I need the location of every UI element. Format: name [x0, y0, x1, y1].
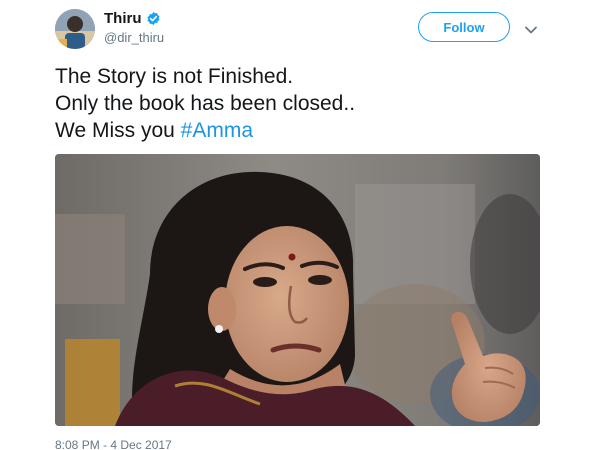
tweet-text: The Story is not Finished. Only the book…	[55, 63, 355, 144]
display-name[interactable]: Thiru	[104, 10, 142, 27]
hashtag-link[interactable]: #Amma	[181, 119, 253, 142]
avatar[interactable]	[55, 9, 95, 49]
chevron-down-icon[interactable]	[524, 22, 538, 34]
tweet-text-line-3-prefix: We Miss you	[55, 119, 181, 142]
tweet-text-line-3: We Miss you #Amma	[55, 117, 355, 144]
follow-button[interactable]: Follow	[418, 12, 510, 42]
photo-image	[55, 154, 540, 426]
name-row: Thiru	[104, 10, 164, 27]
tweet-card: Thiru @dir_thiru Follow The Story is not…	[0, 0, 600, 450]
verified-badge-icon	[146, 11, 161, 26]
tweet-timestamp[interactable]: 8:08 PM - 4 Dec 2017	[55, 438, 172, 450]
tweet-photo[interactable]	[55, 154, 540, 426]
tweet-text-line-2: Only the book has been closed..	[55, 92, 356, 115]
tweet-text-line-1: The Story is not Finished.	[55, 65, 294, 88]
author-block: Thiru @dir_thiru	[104, 10, 164, 45]
avatar-image	[55, 9, 95, 49]
handle[interactable]: @dir_thiru	[104, 30, 164, 45]
